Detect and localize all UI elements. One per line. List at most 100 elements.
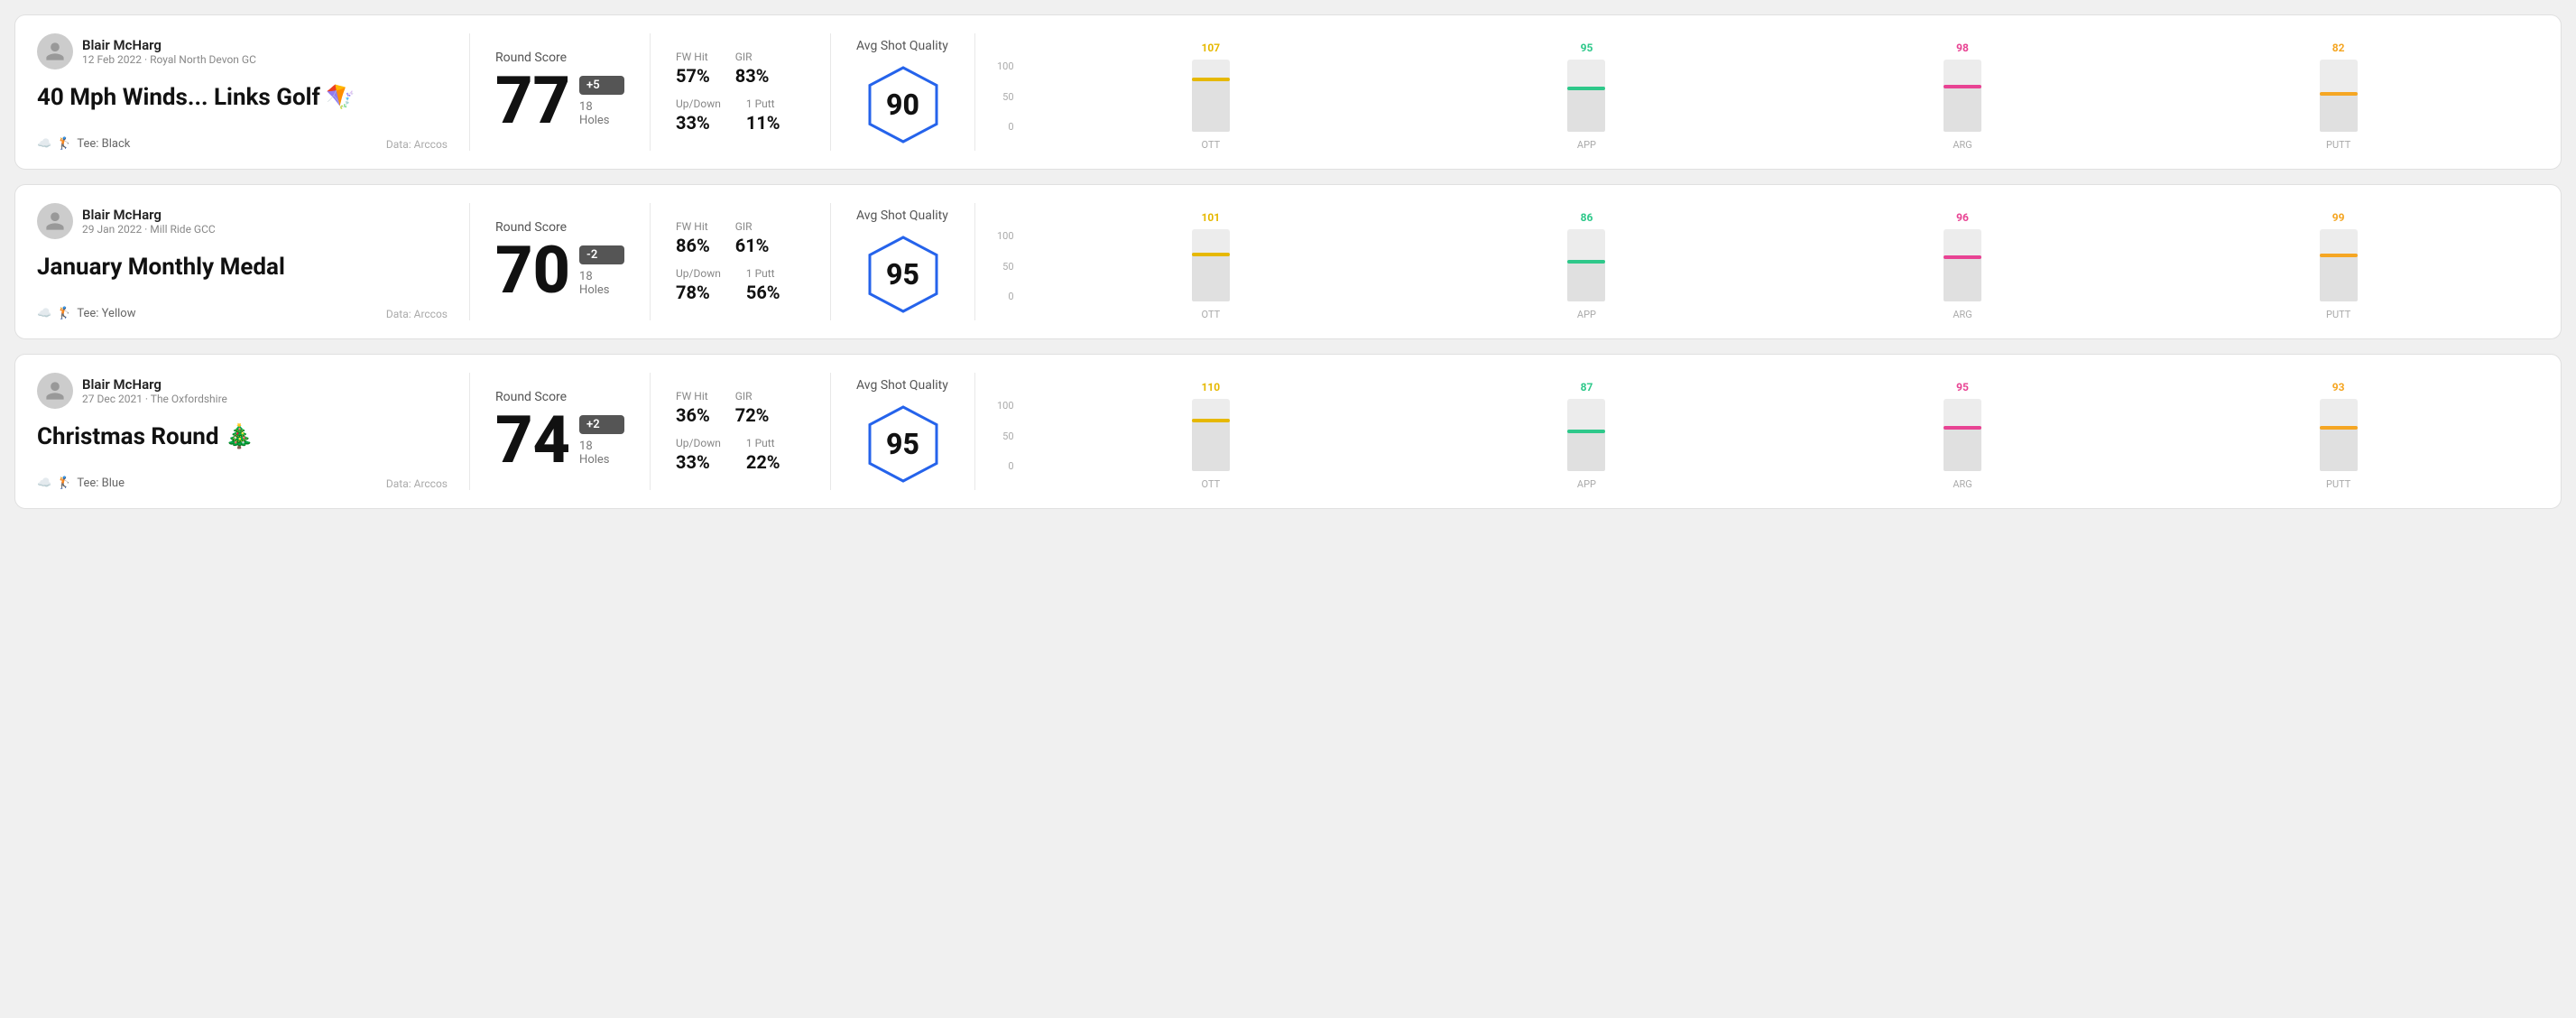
holes-label: 18 Holes <box>579 270 624 297</box>
bar-x-label: OTT <box>1202 478 1221 490</box>
y-axis-label: 0 <box>1008 121 1013 133</box>
round-title: 40 Mph Winds... Links Golf 🪁 <box>37 84 448 111</box>
bar-fill <box>1567 260 1605 301</box>
y-axis-label: 100 <box>997 230 1014 242</box>
stats-row-2: Up/Down33% 1 Putt22% <box>676 437 805 473</box>
bar-x-label: PUTT <box>2326 309 2350 320</box>
chart-area: 100500107OTT95APP98ARG82PUTT <box>997 33 2517 151</box>
bar-value-label: 101 <box>1202 211 1221 224</box>
avatar <box>37 33 73 69</box>
bar-x-label: PUTT <box>2326 478 2350 490</box>
y-axis-label: 50 <box>1002 430 1013 442</box>
bar-fill <box>2320 254 2358 301</box>
bar-value-label: 82 <box>2332 42 2345 54</box>
y-axis-label: 0 <box>1008 291 1013 302</box>
stats-row-1: FW Hit57%GIR83% <box>676 51 805 87</box>
bar-x-label: PUTT <box>2326 139 2350 151</box>
bar-track <box>1192 399 1230 471</box>
bar-accent-line <box>1567 87 1605 90</box>
bar-value-label: 98 <box>1956 42 1969 54</box>
card-footer: ☁️🏌️Tee: YellowData: Arccos <box>37 307 448 320</box>
bar-fill <box>1192 78 1230 132</box>
stat-fw-hit: FW Hit86% <box>676 220 710 256</box>
bar-group-ott: 101OTT <box>1032 211 1390 320</box>
quality-score: 95 <box>886 427 919 461</box>
bar-x-label: APP <box>1577 139 1596 151</box>
weather-icon: ☁️ <box>37 137 51 151</box>
bar-accent-line <box>1944 85 1981 88</box>
bar-fill <box>1567 87 1605 132</box>
score-number: 74 <box>495 408 570 473</box>
bar-accent-line <box>1944 426 1981 430</box>
bar-group-ott: 107OTT <box>1032 42 1390 151</box>
up-down-value: 78% <box>676 282 721 303</box>
bar-track <box>1192 60 1230 132</box>
stat-one-putt: 1 Putt 56% <box>746 267 780 303</box>
up-down-value: 33% <box>676 451 721 473</box>
score-badge-col: +518 Holes <box>579 76 624 127</box>
bar-x-label: APP <box>1577 478 1596 490</box>
y-axis: 100500 <box>997 60 1014 151</box>
bar-accent-line <box>1192 419 1230 422</box>
stat-up-down: Up/Down33% <box>676 437 721 473</box>
bar-x-label: APP <box>1577 309 1596 320</box>
quality-section: Avg Shot Quality 95 <box>831 373 975 490</box>
bar-x-label: ARG <box>1953 139 1971 151</box>
chart-area: 100500101OTT86APP96ARG99PUTT <box>997 203 2517 320</box>
bar-track <box>1567 399 1605 471</box>
y-axis: 100 50 0 <box>997 230 1014 320</box>
user-meta: 29 Jan 2022 · Mill Ride GCC <box>82 223 216 236</box>
y-axis-label: 50 <box>1002 91 1013 103</box>
quality-score: 95 <box>886 257 919 292</box>
fw-hit-value: 36% <box>676 404 710 426</box>
bar-accent-line <box>2320 92 2358 96</box>
bar-group-arg: 98 ARG <box>1784 42 2142 151</box>
fw-hit-value: 86% <box>676 235 710 256</box>
fw-hit-label: FW Hit <box>676 51 710 63</box>
gir-label: GIR <box>735 51 770 63</box>
bar-group-putt: 82 PUTT <box>2159 42 2517 151</box>
user-row: Blair McHarg27 Dec 2021 · The Oxfordshir… <box>37 373 448 409</box>
gir-label: GIR <box>735 390 770 403</box>
hexagon-container: 95 <box>863 234 944 315</box>
gir-value: 72% <box>735 404 770 426</box>
quality-section: Avg Shot Quality 95 <box>831 203 975 320</box>
user-row: Blair McHarg29 Jan 2022 · Mill Ride GCC <box>37 203 448 239</box>
bar-value-label: 93 <box>2332 381 2345 393</box>
chart-section: 100500107OTT95APP98ARG82PUTT <box>975 33 2539 151</box>
bar-accent-line <box>1567 260 1605 264</box>
bar-track <box>1567 60 1605 132</box>
stats-section: FW Hit86%GIR61%Up/Down78%1 Putt56% <box>651 203 831 320</box>
bar-track <box>1192 229 1230 301</box>
bar-value-label: 95 <box>1956 381 1969 393</box>
quality-score: 90 <box>886 88 919 122</box>
bar-value-label: 107 <box>1202 42 1221 54</box>
stat-fw-hit: FW Hit36% <box>676 390 710 426</box>
stats-section: FW Hit36% GIR72% Up/Down33% 1 Putt22% <box>651 373 831 490</box>
bar-accent-line <box>1944 255 1981 259</box>
user-name: Blair McHarg <box>82 376 227 393</box>
tee-info: ☁️🏌️Tee: Blue <box>37 477 125 490</box>
one-putt-value: 56% <box>746 282 780 303</box>
up-down-value: 33% <box>676 112 721 134</box>
stats-row-1: FW Hit36% GIR72% <box>676 390 805 426</box>
bar-fill <box>1944 426 1981 471</box>
stat-one-putt: 1 Putt22% <box>746 437 780 473</box>
bar-group-app: 87APP <box>1408 381 1766 490</box>
y-axis-label: 0 <box>1008 460 1013 472</box>
score-badge-col: -218 Holes <box>579 245 624 297</box>
stat-fw-hit: FW Hit57% <box>676 51 710 87</box>
user-info: Blair McHarg29 Jan 2022 · Mill Ride GCC <box>82 207 216 236</box>
y-axis-label: 50 <box>1002 261 1013 273</box>
data-source: Data: Arccos <box>386 477 448 490</box>
bar-track <box>1567 229 1605 301</box>
bar-value-label: 95 <box>1581 42 1593 54</box>
one-putt-label: 1 Putt <box>746 267 780 280</box>
bar-group-arg: 96ARG <box>1784 211 2142 320</box>
tee-info: ☁️🏌️Tee: Yellow <box>37 307 135 320</box>
bar-fill <box>1192 253 1230 301</box>
data-source: Data: Arccos <box>386 138 448 151</box>
up-down-label: Up/Down <box>676 267 721 280</box>
quality-label: Avg Shot Quality <box>856 39 948 53</box>
y-axis: 100500 <box>997 400 1014 490</box>
